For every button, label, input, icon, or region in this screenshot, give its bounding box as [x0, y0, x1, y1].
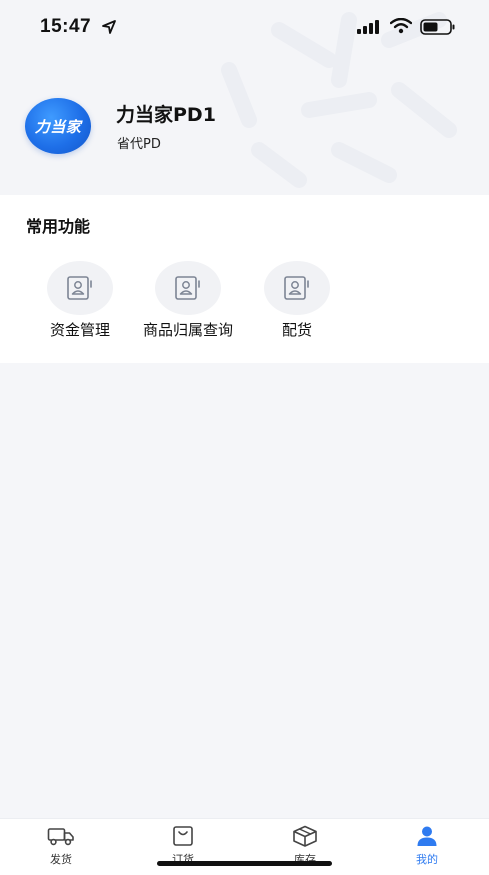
function-fund-management[interactable]: 资金管理 — [20, 261, 140, 345]
section-title: 常用功能 — [26, 217, 91, 236]
tab-label: 我的 — [416, 853, 438, 866]
status-bar: 15:47 — [0, 0, 489, 54]
function-icon-bg — [155, 261, 221, 315]
person-icon — [417, 826, 437, 846]
function-product-ownership-query[interactable]: 商品归属查询 — [128, 261, 248, 345]
tab-inventory[interactable]: 库存 — [244, 819, 366, 875]
function-icon-bg — [264, 261, 330, 315]
truck-icon — [47, 828, 74, 846]
bottom-tab-bar: 发货 订货 库存 我的 — [0, 818, 489, 875]
home-indicator — [157, 861, 332, 866]
function-distribution[interactable]: 配货 — [237, 261, 357, 345]
contact-card-icon — [175, 276, 200, 300]
wifi-icon — [390, 18, 412, 34]
tab-label: 发货 — [50, 853, 72, 866]
function-label: 资金管理 — [49, 321, 110, 339]
bag-icon — [173, 826, 193, 846]
profile-name: 力当家PD1 — [116, 104, 216, 126]
profile-header: 15:47 力当家 力当家PD1 省代PD — [0, 0, 489, 195]
tab-mine[interactable]: 我的 — [366, 819, 488, 875]
function-label: 商品归属查询 — [142, 321, 233, 339]
avatar[interactable]: 力当家 — [25, 98, 91, 154]
tab-shipping[interactable]: 发货 — [0, 819, 122, 875]
location-arrow-icon — [102, 20, 116, 34]
function-label: 配货 — [281, 321, 312, 339]
tab-ordering[interactable]: 订货 — [122, 819, 244, 875]
function-icon-bg — [47, 261, 113, 315]
avatar-logo-text: 力当家 — [34, 117, 82, 136]
profile-role: 省代PD — [117, 137, 161, 152]
contact-card-icon — [67, 276, 92, 300]
signal-icon — [357, 20, 379, 34]
battery-icon — [420, 19, 455, 35]
common-functions-card: 常用功能 资金管理 商品归属查询 配货 — [0, 195, 489, 363]
contact-card-icon — [284, 276, 309, 300]
box-icon — [293, 825, 317, 847]
status-time: 15:47 — [40, 16, 92, 37]
